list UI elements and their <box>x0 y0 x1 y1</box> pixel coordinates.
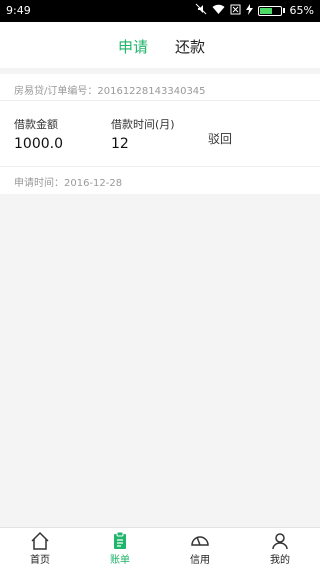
order-card[interactable]: 房易贷/订单编号：20161228143340345 借款金额 1000.0 借… <box>0 74 320 194</box>
divider <box>0 166 320 167</box>
bottom-nav: 首页 账单 信用 我的 <box>0 527 320 569</box>
battery-icon <box>257 5 285 16</box>
nav-profile-label: 我的 <box>270 555 290 566</box>
bill-icon <box>114 531 126 549</box>
profile-icon <box>272 533 288 550</box>
status-time: 9:49 <box>6 4 31 17</box>
amount-label: 借款金额 <box>14 118 58 131</box>
battery-percent: 65% <box>289 4 314 17</box>
nav-credit-label: 信用 <box>190 555 210 566</box>
home-icon <box>31 531 49 550</box>
nav-credit[interactable]: 信用 <box>160 528 240 569</box>
apply-time: 申请时间：2016-12-28 <box>14 178 123 189</box>
top-tabs: 申请 还款 <box>0 22 320 68</box>
tab-apply[interactable]: 申请 <box>118 36 148 57</box>
status-bar: 9:49 65% <box>0 0 320 22</box>
mute-icon <box>195 3 207 18</box>
status-icons: 65% <box>195 3 314 18</box>
amount-value: 1000.0 <box>14 136 63 152</box>
nav-home-label: 首页 <box>30 555 50 566</box>
nav-profile[interactable]: 我的 <box>240 528 320 569</box>
wifi-icon <box>212 4 225 18</box>
nav-bill[interactable]: 账单 <box>80 528 160 569</box>
term-label: 借款时间(月) <box>111 118 175 131</box>
status-rejected: 驳回 <box>208 132 233 146</box>
term-value: 12 <box>111 136 129 152</box>
tab-repay[interactable]: 还款 <box>175 36 205 57</box>
nav-home[interactable]: 首页 <box>0 528 80 569</box>
no-sim-icon <box>230 4 241 18</box>
credit-icon <box>191 536 209 546</box>
divider <box>0 100 320 101</box>
order-number: 房易贷/订单编号：20161228143340345 <box>14 86 206 97</box>
nav-bill-label: 账单 <box>110 555 130 566</box>
charging-icon <box>245 3 253 18</box>
